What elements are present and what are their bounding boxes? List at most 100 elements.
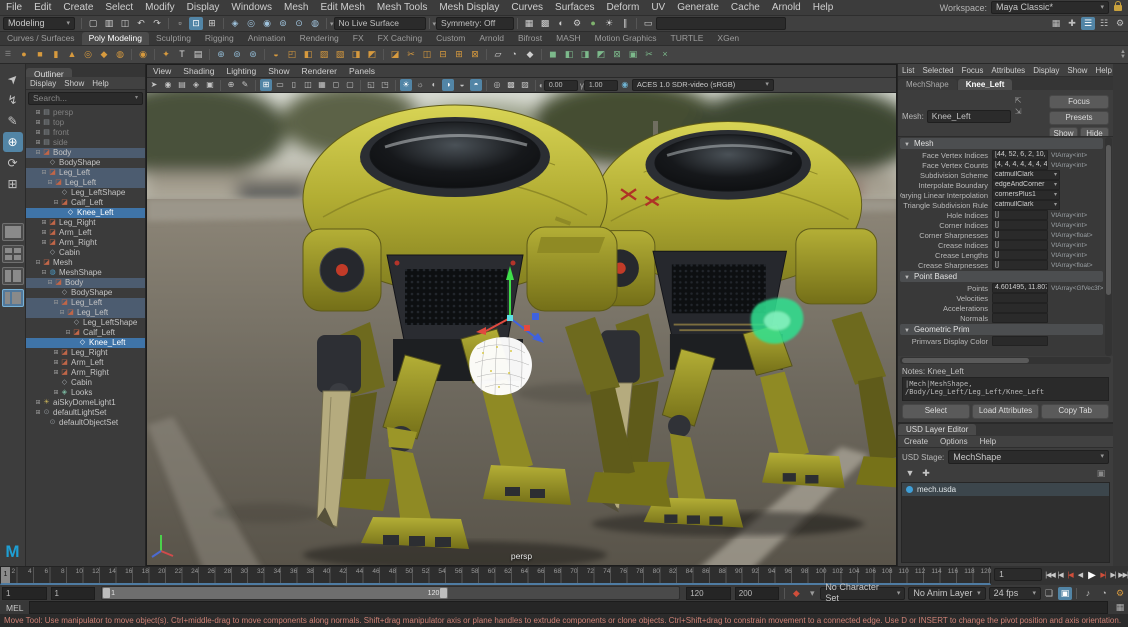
reduce-icon[interactable]: ▧ <box>333 48 347 61</box>
lighting-default-icon[interactable]: ☀ <box>400 79 412 91</box>
outliner-item-aiskydomelight1[interactable]: ⊞☀aiSkyDomeLight1 <box>26 398 145 408</box>
new-scene-icon[interactable]: ▢ <box>86 17 100 30</box>
render-view-icon[interactable]: ▦ <box>522 17 536 30</box>
menu-item-file[interactable]: File <box>0 2 28 13</box>
frame-selection-icon[interactable]: ◳ <box>379 79 391 91</box>
expand-icon[interactable]: ⊟ <box>64 328 72 338</box>
expand-icon[interactable]: ⊞ <box>52 368 60 378</box>
playback-start-field[interactable]: 1 <box>51 587 96 600</box>
outliner-item-top[interactable]: ⊞▤top <box>26 118 145 128</box>
poly-plane-icon[interactable]: ◆ <box>97 48 111 61</box>
crease-tool-icon[interactable]: ◆ <box>523 48 537 61</box>
snap-point-icon[interactable]: ◉ <box>260 17 274 30</box>
menu-item-view[interactable]: View <box>147 66 177 76</box>
menu-item-focus[interactable]: Focus <box>958 66 988 75</box>
outliner-item-meshshape[interactable]: ⊟◍MeshShape <box>26 268 145 278</box>
type-tool-icon[interactable]: T <box>175 48 189 61</box>
scale-tool[interactable]: ⊞ <box>3 174 23 194</box>
poly-cube-icon[interactable]: ■ <box>33 48 47 61</box>
expand-icon[interactable]: ⊞ <box>34 398 42 408</box>
target-weld-icon[interactable]: ⊠ <box>468 48 482 61</box>
isolate-select-icon[interactable]: ◎ <box>491 79 503 91</box>
menu-item-create[interactable]: Create <box>57 2 99 13</box>
playback-range-bar[interactable]: 1 120 <box>102 587 448 599</box>
auto-keyframe-icon[interactable]: ▣ <box>1058 587 1072 600</box>
sculpt-tool-icon[interactable]: ◔ <box>507 48 521 61</box>
outliner-item-cabin[interactable]: ◇Cabin <box>26 378 145 388</box>
menu-item-mesh-display[interactable]: Mesh Display <box>433 2 505 13</box>
shelf-tab-fx[interactable]: FX <box>346 32 371 45</box>
grease-pencil-icon[interactable]: ✎ <box>239 79 251 91</box>
menu-set-dropdown[interactable]: Modeling ▾ <box>3 17 75 30</box>
field-entry-mode-icon[interactable]: ▭ <box>641 17 655 30</box>
bevel-icon[interactable]: ◪ <box>388 48 402 61</box>
menu-item-lighting[interactable]: Lighting <box>220 66 262 76</box>
swap-output-icon[interactable]: ⇲ <box>1015 107 1022 116</box>
offset-edge-loop-icon[interactable]: ⊟ <box>436 48 450 61</box>
outliner-item-arm-left[interactable]: ⊞◪Arm_Left <box>26 358 145 368</box>
playback-options-icon[interactable]: ❏ <box>1042 587 1056 600</box>
field-chart-icon[interactable]: ▦ <box>316 79 328 91</box>
outliner-item-arm-right[interactable]: ⊞◪Arm_Right <box>26 368 145 378</box>
expand-icon[interactable]: ⊟ <box>46 278 54 288</box>
shelf-menu-icon[interactable]: ☰ <box>1 48 15 61</box>
hypershade-icon[interactable]: ● <box>586 17 600 30</box>
attribute-value-field[interactable]: cornersPlus1▾ <box>992 190 1060 200</box>
menu-item-options[interactable]: Options <box>934 437 974 446</box>
menu-item-help[interactable]: Help <box>1091 66 1115 75</box>
ambient-occlusion-icon[interactable]: ◑ <box>442 79 454 91</box>
attribute-value-field[interactable]: 4.601495, 11.807702, 6.777023, (4.93... <box>992 283 1048 293</box>
menu-item-edit-mesh[interactable]: Edit Mesh <box>314 2 370 13</box>
usd-layer-item[interactable]: mech.usda <box>902 483 1109 496</box>
attribute-value-field[interactable] <box>992 336 1048 346</box>
smooth-icon[interactable]: ▨ <box>317 48 331 61</box>
transfer-attributes-icon[interactable]: ⊛ <box>246 48 260 61</box>
select-button[interactable]: Select <box>902 404 970 419</box>
frame-all-icon[interactable]: ◱ <box>365 79 377 91</box>
outliner-item-knee-left[interactable]: ◇Knee_Left <box>26 208 145 218</box>
attribute-value-field[interactable]: [] <box>992 220 1048 230</box>
outliner-item-bodyshape[interactable]: ◇BodyShape <box>26 288 145 298</box>
layer-options-icon[interactable]: ▣ <box>1094 467 1108 480</box>
paint-select-tool[interactable]: ✎ <box>3 111 23 131</box>
expand-icon[interactable]: ⊞ <box>40 218 48 228</box>
expand-icon[interactable]: ⊟ <box>52 298 60 308</box>
attribute-value-field[interactable] <box>992 303 1048 313</box>
expand-icon[interactable]: ⊟ <box>40 268 48 278</box>
tool-settings-icon[interactable]: ⚙ <box>1113 17 1127 30</box>
animation-start-field[interactable]: 1 <box>2 587 47 600</box>
outliner-item-defaultobjectset[interactable]: ⊙defaultObjectSet <box>26 418 145 428</box>
color-management-icon[interactable]: ◉ <box>619 79 631 91</box>
attribute-value-field[interactable]: [] <box>992 250 1048 260</box>
expand-icon[interactable]: ⊟ <box>34 148 42 158</box>
outliner-item-leg-leftshape[interactable]: ◇Leg_LeftShape <box>26 188 145 198</box>
boolean-union-icon[interactable]: ◼ <box>546 48 560 61</box>
attribute-value-field[interactable]: [44, 52, 6, 2, 10, 24, 18, 4, 16, 34, 46… <box>992 150 1048 160</box>
ipr-render-icon[interactable]: ◐ <box>554 17 568 30</box>
select-camera-icon[interactable]: ➤ <box>148 79 160 91</box>
poly-torus-icon[interactable]: ◎ <box>81 48 95 61</box>
move-tool[interactable]: ⊕ <box>3 132 23 152</box>
expand-icon[interactable]: ⊞ <box>40 238 48 248</box>
undo-icon[interactable]: ↶ <box>134 17 148 30</box>
cached-playback-icon[interactable]: ◔ <box>1097 587 1111 600</box>
animation-preferences-icon[interactable]: ⚙ <box>1113 587 1127 600</box>
outliner-item-leg-left[interactable]: ⊟◪Leg_Left <box>26 178 145 188</box>
viewport-scene[interactable]: persp <box>147 93 896 565</box>
script-editor-icon[interactable]: ▦ <box>1113 601 1127 614</box>
snap-projected-center-icon[interactable]: ⊚ <box>276 17 290 30</box>
menu-item-cache[interactable]: Cache <box>725 2 766 13</box>
menu-item-display[interactable]: Display <box>181 2 226 13</box>
outliner-item-knee-left[interactable]: ◇Knee_Left <box>26 338 145 348</box>
step-back-frame-button[interactable]: |◀ <box>1055 569 1065 583</box>
lock-camera-icon[interactable]: ◉ <box>162 79 174 91</box>
poly-cylinder-icon[interactable]: ▮ <box>49 48 63 61</box>
redo-icon[interactable]: ↷ <box>150 17 164 30</box>
menu-item-modify[interactable]: Modify <box>139 2 180 13</box>
range-start-handle[interactable] <box>103 588 110 598</box>
separate-icon[interactable]: ◰ <box>285 48 299 61</box>
attribute-value-field[interactable]: catmullClark▾ <box>992 170 1060 180</box>
outliner-item-front[interactable]: ⊞▤front <box>26 128 145 138</box>
wireframe-on-shaded-icon[interactable]: ▨ <box>519 79 531 91</box>
menu-item-help[interactable]: Help <box>88 79 112 88</box>
